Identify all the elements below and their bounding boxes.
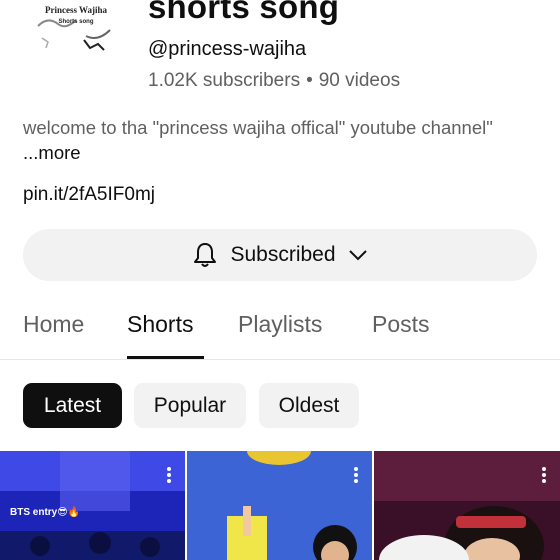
- short-thumbnail[interactable]: [374, 451, 560, 560]
- channel-stats: 1.02K subscribers • 90 videos: [148, 70, 400, 92]
- subscribed-label: Subscribed: [230, 243, 336, 266]
- video-count: 90 videos: [318, 70, 401, 91]
- tab-playlists[interactable]: Playlists: [238, 311, 322, 338]
- short-thumbnail[interactable]: BTS entry😎🔥: [0, 451, 185, 560]
- subscribed-button[interactable]: Subscribed: [23, 229, 537, 281]
- description-text: welcome to tha "princess wajiha offical"…: [23, 117, 493, 138]
- tab-posts[interactable]: Posts: [372, 311, 430, 338]
- channel-handle: @princess-wajiha: [148, 38, 307, 60]
- shorts-grid: BTS entry😎🔥: [0, 451, 560, 560]
- avatar-logo: Princess Wajiha Shorts song: [24, 0, 128, 70]
- subscriber-count: 1.02K subscribers: [148, 70, 301, 91]
- chevron-down-icon: [348, 250, 367, 261]
- description-more-link[interactable]: ...more: [23, 142, 81, 163]
- avatar-text-2: Shorts song: [58, 19, 93, 25]
- avatar-text-1: Princess Wajiha: [45, 5, 108, 15]
- channel-link[interactable]: pin.it/2fA5IF0mj: [23, 184, 155, 206]
- short-thumbnail-image: [187, 451, 372, 560]
- channel-tabs: Home Shorts Playlists Posts: [0, 300, 560, 360]
- stats-separator: •: [306, 70, 313, 91]
- tab-home[interactable]: Home: [23, 311, 84, 338]
- short-thumbnail[interactable]: [187, 451, 372, 560]
- chip-popular[interactable]: Popular: [134, 383, 246, 428]
- more-options-icon[interactable]: [354, 467, 358, 483]
- chip-oldest[interactable]: Oldest: [259, 383, 359, 428]
- chip-latest[interactable]: Latest: [23, 383, 122, 428]
- short-overlay-text: BTS entry😎🔥: [10, 507, 81, 518]
- more-options-icon[interactable]: [167, 467, 171, 483]
- tab-shorts[interactable]: Shorts: [127, 311, 193, 338]
- bell-icon: [194, 243, 217, 267]
- short-thumbnail-image: [374, 451, 560, 560]
- channel-avatar[interactable]: Princess Wajiha Shorts song: [24, 0, 128, 70]
- short-thumbnail-image: [0, 451, 185, 560]
- channel-description[interactable]: welcome to tha "princess wajiha offical"…: [23, 115, 523, 165]
- channel-title: shorts song: [148, 0, 340, 25]
- more-options-icon[interactable]: [542, 467, 546, 483]
- active-tab-indicator: [127, 356, 204, 359]
